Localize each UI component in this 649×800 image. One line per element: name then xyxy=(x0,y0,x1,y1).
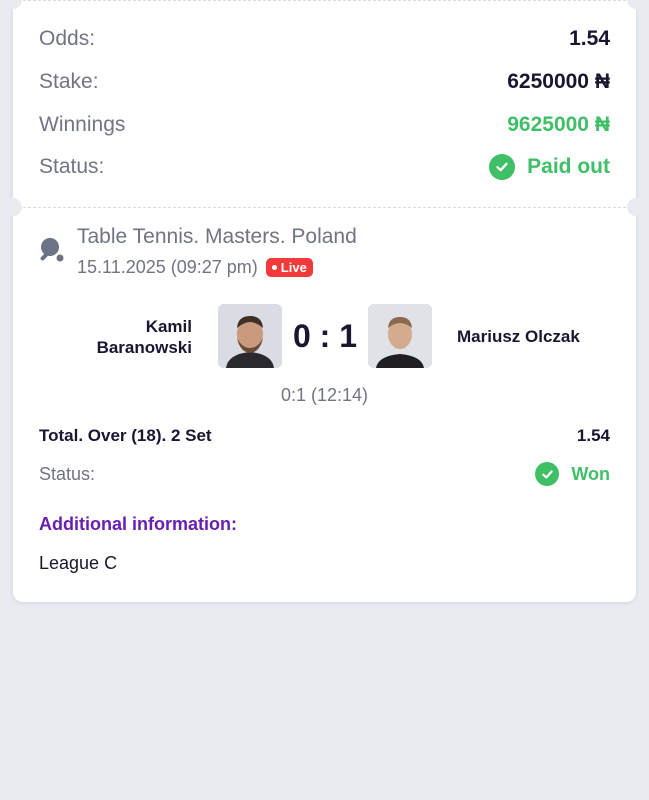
live-dot-icon xyxy=(271,265,277,270)
odds-label: Odds: xyxy=(39,27,96,50)
odds-row: Odds: 1.54 xyxy=(39,24,610,54)
set-score: 0:1 (12:14) xyxy=(280,385,369,405)
bet-odds: 1.54 xyxy=(576,426,610,445)
winnings-label: Winnings xyxy=(39,113,126,136)
event-date-line: 15.11.2025 (09:27 pm) Live xyxy=(77,257,313,278)
winnings-row: Winnings 9625000 ₦ xyxy=(39,110,610,140)
player1-name: Kamil Baranowski xyxy=(96,317,192,357)
live-badge: Live xyxy=(265,258,313,277)
ticket-notch xyxy=(4,0,22,9)
odds-value: 1.54 xyxy=(569,27,610,50)
event-datetime: 15.11.2025 (09:27 pm) xyxy=(77,257,258,277)
ticket-notch xyxy=(627,0,645,9)
winnings-value: 9625000 ₦ xyxy=(507,113,610,136)
ticket-notch xyxy=(4,198,22,216)
player2-name: Mariusz Olczak xyxy=(457,327,580,346)
player2-avatar xyxy=(368,304,432,368)
league-title: Table Tennis. Masters. Poland xyxy=(77,225,357,248)
match-scoreboard: Kamil Baranowski 0 : 1 Mariusz Olczak xyxy=(13,304,636,370)
bet-status-value: Won xyxy=(571,463,610,484)
bet-status-label: Status: xyxy=(39,463,96,484)
bet-status-won: Won xyxy=(535,462,610,486)
additional-info-value: League C xyxy=(39,553,118,573)
bet-status-row: Status: Won xyxy=(39,460,610,488)
match-score: 0 : 1 xyxy=(292,318,358,354)
table-tennis-icon xyxy=(37,236,65,264)
bet-ticket-card: Odds: 1.54 Stake: 6250000 ₦ Winnings 962… xyxy=(4,0,645,602)
additional-info-title: Additional information: xyxy=(39,514,237,534)
check-circle-icon xyxy=(535,462,560,486)
bet-market: Total. Over (18). 2 Set xyxy=(39,426,212,445)
status-value: Paid out xyxy=(527,155,610,178)
ticket-divider xyxy=(23,207,626,208)
stake-value: 6250000 ₦ xyxy=(507,70,610,93)
stake-row: Stake: 6250000 ₦ xyxy=(39,67,610,97)
status-label: Status: xyxy=(39,155,105,178)
status-paid-out: Paid out xyxy=(489,154,610,180)
stake-label: Stake: xyxy=(39,70,99,93)
top-divider xyxy=(23,0,626,1)
ticket-notch xyxy=(627,198,645,216)
check-circle-icon xyxy=(489,154,516,180)
player1-avatar xyxy=(218,304,282,368)
status-row: Status: Paid out xyxy=(39,152,610,182)
bet-market-row: Total. Over (18). 2 Set 1.54 xyxy=(39,424,610,448)
live-label: Live xyxy=(280,260,307,275)
event-header: Table Tennis. Masters. Poland 15.11.2025… xyxy=(37,222,597,282)
